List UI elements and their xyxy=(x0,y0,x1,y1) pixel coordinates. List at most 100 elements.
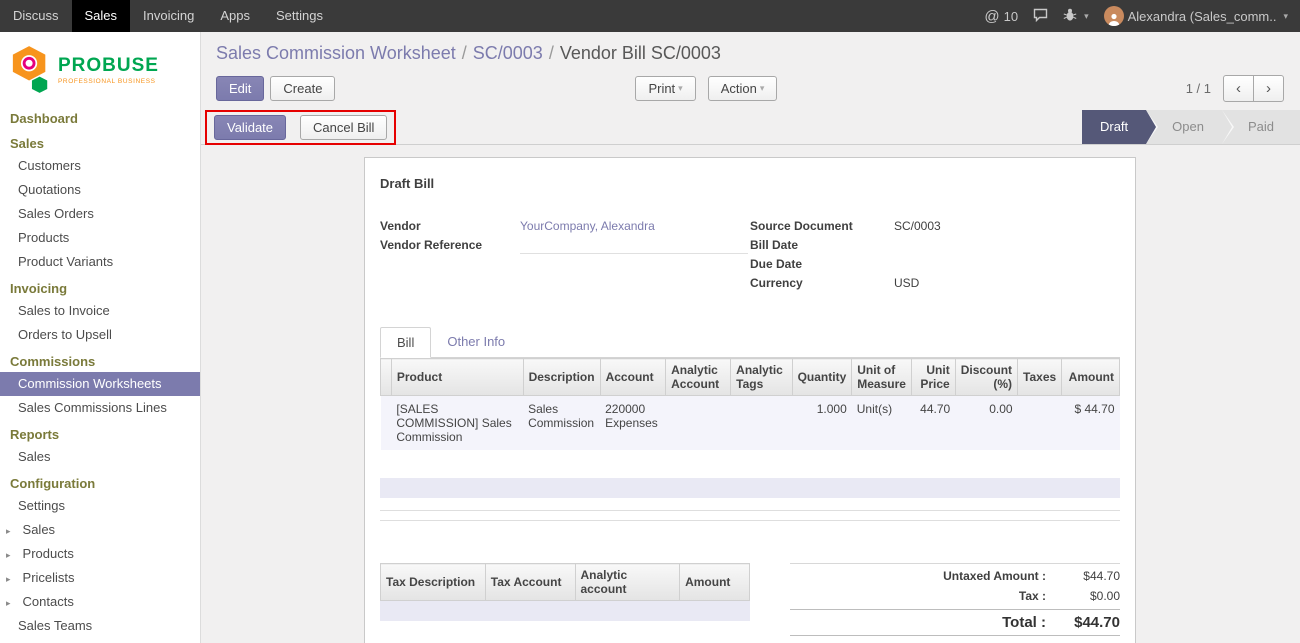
main-content: Sales Commission Worksheet/SC/0003/Vendo… xyxy=(200,32,1300,643)
due-date-label: Due Date xyxy=(750,255,894,271)
tab-other-info[interactable]: Other Info xyxy=(431,327,521,358)
source-document-value: SC/0003 xyxy=(894,217,1120,234)
user-menu-button[interactable]: Alexandra (Sales_comm.. ▾ xyxy=(1104,6,1288,26)
logo-hexagon-icon xyxy=(10,44,52,97)
sidebar-item-config-sales[interactable]: ▸Sales xyxy=(0,518,200,542)
chat-bubble-icon xyxy=(1033,8,1048,25)
cell-uom: Unit(s) xyxy=(852,396,912,451)
sidebar-item-quotations[interactable]: Quotations xyxy=(0,178,200,202)
sidebar-section-invoicing[interactable]: Invoicing xyxy=(0,274,200,299)
tax-table: Tax Description Tax Account Analytic acc… xyxy=(380,563,750,601)
lines-header-row: Product Description Account Analytic Acc… xyxy=(381,359,1120,396)
menu-settings[interactable]: Settings xyxy=(263,0,336,32)
messages-button[interactable] xyxy=(1033,8,1048,25)
breadcrumb-separator: / xyxy=(462,43,467,63)
cell-description: Sales Commission xyxy=(523,396,600,451)
breadcrumb-record-link[interactable]: SC/0003 xyxy=(473,43,543,63)
notebook-tabs: Bill Other Info xyxy=(380,327,1120,358)
expand-icon: ▸ xyxy=(6,526,11,536)
pager-next-button[interactable]: › xyxy=(1253,75,1284,102)
sidebar-item-product-variants[interactable]: Product Variants xyxy=(0,250,200,274)
button-row: Edit Create Print▾ Action▾ 1 / 1 ‹ › xyxy=(216,75,1284,102)
source-document-label: Source Document xyxy=(750,217,894,233)
sidebar-item-dashboard[interactable]: Dashboard xyxy=(0,104,200,129)
mention-icon: @ xyxy=(984,8,999,25)
breadcrumb: Sales Commission Worksheet/SC/0003/Vendo… xyxy=(216,41,1284,65)
invoice-line-row[interactable]: [SALES COMMISSION] Sales Commission Sale… xyxy=(381,396,1120,451)
sidebar-item-pricelists[interactable]: ▸Pricelists xyxy=(0,566,200,590)
sidebar-item-sales-teams[interactable]: Sales Teams xyxy=(0,614,200,638)
breadcrumb-worksheet-link[interactable]: Sales Commission Worksheet xyxy=(216,43,456,63)
sidebar-section-commissions[interactable]: Commissions xyxy=(0,347,200,372)
form-sheet: Draft Bill Vendor YourCompany, Alexandra… xyxy=(364,157,1136,643)
empty-tax-strip xyxy=(380,601,750,621)
sidebar-item-sales-commissions-lines[interactable]: Sales Commissions Lines xyxy=(0,396,200,420)
more-dropdowns: Print▾ Action▾ xyxy=(635,76,777,101)
mentions-button[interactable]: @ 10 xyxy=(984,8,1018,25)
total-value: $44.70 xyxy=(1046,614,1120,631)
vendor-reference-value xyxy=(520,236,748,254)
sheet-bottom: Tax Description Tax Account Analytic acc… xyxy=(380,563,1120,636)
debug-icon xyxy=(1063,8,1077,25)
menu-invoicing[interactable]: Invoicing xyxy=(130,0,207,32)
caret-down-icon: ▾ xyxy=(1283,11,1288,22)
breadcrumb-current: Vendor Bill SC/0003 xyxy=(560,43,721,63)
edit-button[interactable]: Edit xyxy=(216,76,264,101)
caret-down-icon: ▾ xyxy=(678,83,683,94)
tax-value: $0.00 xyxy=(1046,589,1120,603)
action-dropdown-button[interactable]: Action▾ xyxy=(708,76,778,101)
expand-icon: ▸ xyxy=(6,550,11,560)
pager: 1 / 1 ‹ › xyxy=(1186,75,1284,102)
sidebar-item-sales-commission-levels[interactable]: Sales Commission Levels xyxy=(0,638,200,643)
logo-subtitle: PROFESSIONAL BUSINESS xyxy=(58,78,159,85)
sidebar-section-reports[interactable]: Reports xyxy=(0,420,200,445)
empty-line-strip xyxy=(380,478,1120,498)
separator-line xyxy=(380,520,1120,521)
sidebar-item-products[interactable]: Products xyxy=(0,226,200,250)
menu-discuss[interactable]: Discuss xyxy=(0,0,72,32)
debug-menu-button[interactable]: ▾ xyxy=(1063,8,1089,25)
cell-discount: 0.00 xyxy=(955,396,1017,451)
validate-button[interactable]: Validate xyxy=(214,115,286,140)
expand-icon: ▸ xyxy=(6,574,11,584)
topbar-right: @ 10 ▾ Alexandra (Sales_comm.. ▾ xyxy=(984,0,1300,32)
sidebar-item-sales-orders[interactable]: Sales Orders xyxy=(0,202,200,226)
sidebar-item-commission-worksheets[interactable]: Commission Worksheets xyxy=(0,372,200,396)
sidebar-item-settings[interactable]: Settings xyxy=(0,494,200,518)
topbar: Discuss Sales Invoicing Apps Settings @ … xyxy=(0,0,1300,32)
due-date-value xyxy=(894,255,1120,272)
cell-account: 220000 Expenses xyxy=(600,396,666,451)
row-handle-column xyxy=(381,359,392,396)
sidebar-item-orders-to-upsell[interactable]: Orders to Upsell xyxy=(0,323,200,347)
cell-analytic-account xyxy=(666,396,731,451)
cell-taxes xyxy=(1018,396,1062,451)
vendor-reference-label: Vendor Reference xyxy=(380,236,520,252)
sidebar-section-sales[interactable]: Sales xyxy=(0,129,200,154)
sidebar-item-reports-sales[interactable]: Sales xyxy=(0,445,200,469)
menu-sales[interactable]: Sales xyxy=(72,0,131,32)
vendor-value-link[interactable]: YourCompany, Alexandra xyxy=(520,217,750,234)
sidebar-section-configuration[interactable]: Configuration xyxy=(0,469,200,494)
cell-unit-price: 44.70 xyxy=(912,396,956,451)
tab-bill[interactable]: Bill xyxy=(380,327,431,358)
cell-quantity: 1.000 xyxy=(792,396,852,451)
cancel-bill-button[interactable]: Cancel Bill xyxy=(300,115,387,140)
statusbar: Draft Open Paid xyxy=(1082,110,1300,144)
separator-line xyxy=(380,510,1120,511)
invoice-lines-table: Product Description Account Analytic Acc… xyxy=(380,358,1120,450)
sidebar: PROBUSE PROFESSIONAL BUSINESS Dashboard … xyxy=(0,32,201,643)
caret-down-icon: ▾ xyxy=(760,83,765,94)
logo-title: PROBUSE xyxy=(58,56,159,75)
create-button[interactable]: Create xyxy=(270,76,335,101)
app-logo: PROBUSE PROFESSIONAL BUSINESS xyxy=(0,32,200,104)
avatar xyxy=(1104,6,1124,26)
control-panel: Sales Commission Worksheet/SC/0003/Vendo… xyxy=(200,32,1300,102)
sidebar-item-sales-to-invoice[interactable]: Sales to Invoice xyxy=(0,299,200,323)
sidebar-item-customers[interactable]: Customers xyxy=(0,154,200,178)
sidebar-item-contacts[interactable]: ▸Contacts xyxy=(0,590,200,614)
print-dropdown-button[interactable]: Print▾ xyxy=(635,76,695,101)
menu-apps[interactable]: Apps xyxy=(207,0,263,32)
sidebar-item-config-products[interactable]: ▸Products xyxy=(0,542,200,566)
totals: Untaxed Amount : $44.70 Tax : $0.00 Tota… xyxy=(790,563,1120,636)
pager-previous-button[interactable]: ‹ xyxy=(1223,75,1254,102)
